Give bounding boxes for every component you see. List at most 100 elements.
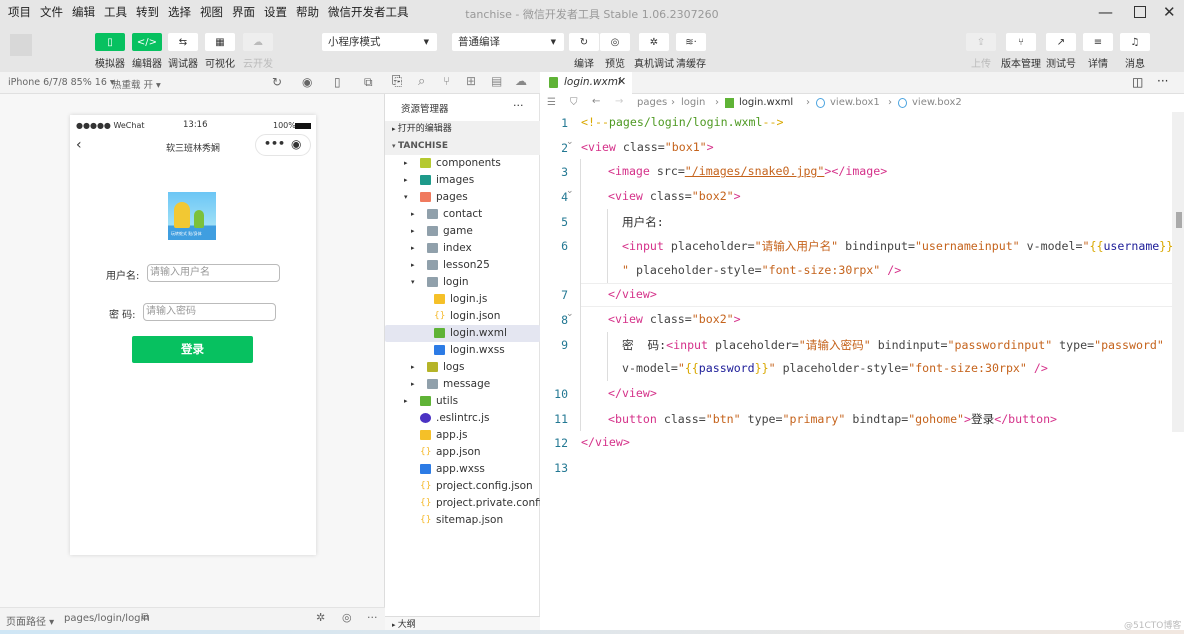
outline-list-icon[interactable]: ☰ — [547, 97, 556, 108]
code-line[interactable]: </view> — [608, 386, 657, 400]
tree-item-utils[interactable]: ▸ utils — [385, 393, 540, 410]
tree-item-app-js[interactable]: app.js — [385, 427, 540, 444]
code-line[interactable]: v-model="{{password}}" placeholder-style… — [622, 361, 1048, 375]
tree-item-message[interactable]: ▸ message — [385, 376, 540, 393]
code-line[interactable]: " placeholder-style="font-size:30rpx" /> — [622, 263, 901, 277]
files-icon[interactable]: ⎘ — [392, 74, 402, 89]
tree-item--eslintrc-js[interactable]: .eslintrc.js — [385, 410, 540, 427]
project-section[interactable]: ▾ TANCHISE — [385, 138, 540, 155]
chevron-icon[interactable]: ▸ — [411, 376, 415, 393]
tree-item-login[interactable]: ▾ login — [385, 274, 540, 291]
copy-icon[interactable]: ⧉ — [142, 612, 149, 623]
tree-item-images[interactable]: ▸ images — [385, 172, 540, 189]
extensions-icon[interactable]: ⊞ — [466, 74, 476, 88]
code-line[interactable]: 用户名: — [622, 214, 664, 230]
capsule-menu[interactable]: ••• ◉ — [255, 134, 311, 156]
tab-login-wxml[interactable]: login.wxml ✕ — [540, 72, 632, 94]
page-path-label[interactable]: 页面路径 ▾ — [6, 613, 54, 628]
avatar[interactable] — [10, 34, 32, 56]
docker-icon[interactable]: ☁ — [515, 74, 527, 88]
chevron-icon[interactable]: ▸ — [411, 257, 415, 274]
code-line[interactable]: <!--pages/login/login.wxml--> — [581, 115, 783, 129]
chevron-icon[interactable]: ▸ — [411, 206, 415, 223]
bookmark-icon[interactable]: ⛉ — [570, 97, 578, 108]
toolbar-mid-button-1[interactable]: ◎ — [600, 33, 630, 51]
back-arrow-icon[interactable]: ← — [592, 96, 600, 107]
search-icon[interactable]: ⌕ — [418, 74, 425, 89]
breadcrumb-item[interactable]: view.box1 — [830, 97, 880, 108]
explorer-more-button[interactable]: ··· — [513, 99, 524, 112]
record-icon[interactable]: ◉ — [302, 75, 312, 89]
tree-item-sitemap-json[interactable]: {} sitemap.json — [385, 512, 540, 529]
code-line[interactable]: <image src="/images/snake0.jpg"></image> — [608, 164, 887, 178]
fold-chevron-icon[interactable]: ⌄ — [566, 186, 574, 196]
code-line[interactable]: <view class="box2"> — [608, 312, 741, 326]
breadcrumb-item[interactable]: pages — [637, 97, 667, 108]
eye-icon[interactable]: ◎ — [342, 611, 352, 624]
refresh-icon[interactable]: ↻ — [272, 75, 282, 89]
toolbar-mid-button-3[interactable]: ≋· — [676, 33, 706, 51]
tree-item-login-js[interactable]: login.js — [385, 291, 540, 308]
tree-item-index[interactable]: ▸ index — [385, 240, 540, 257]
tree-item-login-wxss[interactable]: login.wxss — [385, 342, 540, 359]
username-input[interactable]: 请输入用户名 — [147, 264, 280, 282]
fold-chevron-icon[interactable]: ⌄ — [566, 309, 574, 319]
chevron-icon[interactable]: ▸ — [411, 359, 415, 376]
code-line[interactable]: <view class="box1"> — [581, 140, 714, 154]
tree-item-components[interactable]: ▸ components — [385, 155, 540, 172]
more-icon[interactable]: ··· — [1157, 74, 1168, 88]
maximize-button[interactable] — [1134, 6, 1146, 18]
toolbar-mid-button-0[interactable]: ↻ — [569, 33, 599, 51]
tree-item-pages[interactable]: ▾ pages — [385, 189, 540, 206]
split-editor-icon[interactable]: ◫ — [1132, 75, 1143, 89]
toolbar-right-button-4[interactable]: ♫ — [1120, 33, 1150, 51]
more-icon[interactable]: ··· — [367, 611, 378, 624]
toolbar-left-button-0[interactable]: ▯ — [95, 33, 125, 51]
device-select[interactable]: iPhone 6/7/8 85% 16 ▾ — [8, 77, 115, 88]
chevron-icon[interactable]: ▸ — [411, 240, 415, 257]
tree-item-project-private-config-js-[interactable]: {} project.private.config.js... — [385, 495, 570, 512]
chevron-icon[interactable]: ▸ — [404, 393, 408, 410]
tree-item-project-config-json[interactable]: {} project.config.json — [385, 478, 540, 495]
bug-icon[interactable]: ✲ — [316, 611, 325, 624]
toolbar-mid-button-2[interactable]: ✲ — [639, 33, 669, 51]
source-control-icon[interactable]: ⑂ — [443, 74, 450, 88]
minimize-button[interactable]: — — [1098, 3, 1113, 21]
tree-item-contact[interactable]: ▸ contact — [385, 206, 540, 223]
breadcrumb-item[interactable]: login — [681, 97, 705, 108]
tree-item-lesson25[interactable]: ▸ lesson25 — [385, 257, 540, 274]
mode-select[interactable]: 小程序模式 ▼ — [322, 33, 437, 51]
toolbar-left-button-2[interactable]: ⇆ — [168, 33, 198, 51]
forward-arrow-icon[interactable]: → — [615, 96, 623, 107]
login-button[interactable]: 登录 — [132, 336, 253, 363]
toolbar-right-button-1[interactable]: ⑂ — [1006, 33, 1036, 51]
close-tab-icon[interactable]: ✕ — [617, 75, 626, 88]
toolbar-right-button-3[interactable]: ≡ — [1083, 33, 1113, 51]
device-icon[interactable]: ▯ — [334, 75, 341, 89]
compile-select[interactable]: 普通编译 ▼ — [452, 33, 564, 51]
code-line[interactable]: </view> — [608, 287, 657, 301]
chevron-icon[interactable]: ▾ — [404, 189, 408, 206]
window-icon[interactable]: ⧉ — [364, 75, 373, 90]
code-line[interactable]: <input placeholder="请输入用户名" bindinput="u… — [622, 238, 1173, 254]
breadcrumb-item[interactable]: view.box2 — [912, 97, 962, 108]
code-line[interactable]: </view> — [581, 435, 630, 449]
tree-item-login-json[interactable]: {} login.json — [385, 308, 540, 325]
chevron-icon[interactable]: ▸ — [404, 172, 408, 189]
chevron-icon[interactable]: ▸ — [404, 155, 408, 172]
tree-item-app-wxss[interactable]: app.wxss — [385, 461, 540, 478]
toolbar-left-button-1[interactable]: </> — [132, 33, 162, 51]
toolbar-left-button-3[interactable]: ▦ — [205, 33, 235, 51]
chevron-icon[interactable]: ▾ — [411, 274, 415, 291]
chevron-icon[interactable]: ▸ — [411, 223, 415, 240]
hot-reload-toggle[interactable]: 热重载 开 ▾ — [112, 77, 161, 91]
toolbar-right-button-2[interactable]: ↗ — [1046, 33, 1076, 51]
open-editors-section[interactable]: ▸ 打开的编辑器 — [385, 121, 540, 138]
fold-chevron-icon[interactable]: ⌄ — [566, 137, 574, 147]
tree-item-login-wxml[interactable]: login.wxml — [385, 325, 540, 342]
tree-item-game[interactable]: ▸ game — [385, 223, 540, 240]
more-dots-icon[interactable]: ••• — [264, 137, 285, 150]
save-icon[interactable]: ▤ — [491, 74, 502, 88]
code-editor[interactable]: ☰ ⛉ ← → pages › login › login.wxml › view.box1 › vie… — [540, 94, 1184, 630]
close-capsule-icon[interactable]: ◉ — [291, 137, 301, 151]
